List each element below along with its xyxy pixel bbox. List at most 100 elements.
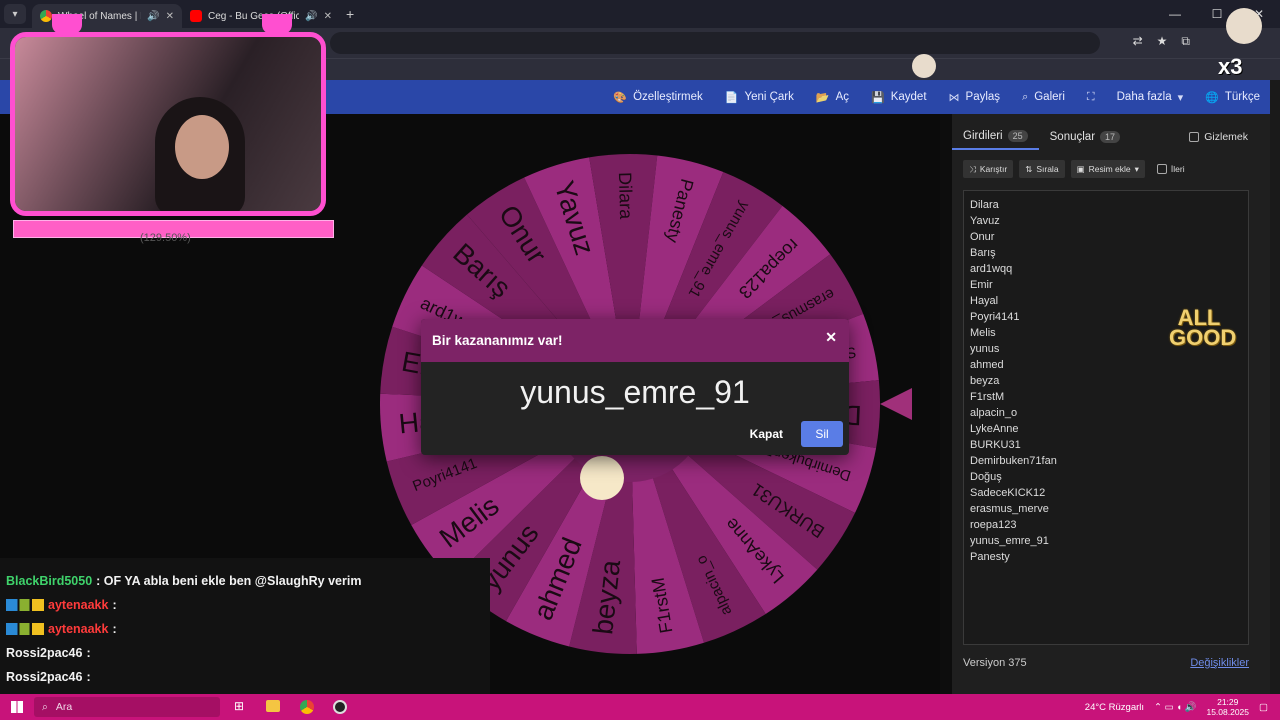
- browser-tab-youtube[interactable]: Ceg - Bu Gece (Official Vide 🔊 ✕: [182, 4, 340, 28]
- chat-username[interactable]: Rossi2pac46: [6, 646, 82, 660]
- system-tray: 24°C Rüzgarlı ⌃ ▭ ◖ 🔊 21:29 15.08.2025 ▢: [1085, 694, 1268, 720]
- remove-button[interactable]: Sil: [801, 421, 843, 447]
- new-tab-icon[interactable]: +: [346, 6, 354, 22]
- webcam-overlay: [10, 32, 326, 216]
- browser-tabstrip: ▾ Wheel of Names | Rastgele 🔊 ✕ Ceg - Bu…: [0, 0, 1280, 28]
- sort-button[interactable]: ⇅ Sırala: [1019, 160, 1065, 178]
- chat-username[interactable]: aytenaakk: [48, 598, 108, 612]
- chat-text: :: [112, 622, 117, 636]
- chat-message: Rossi2pac46:: [6, 646, 91, 660]
- cat-ear-right: [262, 14, 292, 36]
- chat-text: : OF YA abla beni ekle ben @SlaughRy ver…: [96, 574, 362, 588]
- close-icon[interactable]: ✕: [825, 329, 837, 346]
- clock[interactable]: 21:29 15.08.2025: [1206, 697, 1249, 717]
- nav-save[interactable]: 💾 Kaydet: [871, 91, 927, 104]
- nav-language[interactable]: 🌐 Türkçe: [1205, 91, 1260, 104]
- wheel-segment-label: Dilara: [615, 172, 636, 221]
- entries-textarea[interactable]: Dilara Yavuz Onur Barış ard1wqq Emir Hayal Poyr…: [963, 190, 1249, 645]
- bookmark-star-icon[interactable]: ★: [1157, 34, 1168, 49]
- winner-dialog: Bir kazananımız var! ✕ yunus_emre_91 Kap…: [421, 319, 849, 455]
- checkbox-icon: [1189, 132, 1200, 142]
- tray-icons[interactable]: ⌃ ▭ ◖ 🔊: [1154, 702, 1196, 713]
- obs-icon[interactable]: [333, 700, 347, 714]
- image-icon: ▣: [1076, 163, 1085, 174]
- close-tab-icon[interactable]: ✕: [166, 11, 174, 22]
- address-bar[interactable]: [330, 32, 1100, 54]
- add-image-button[interactable]: ▣ Resim ekle ▾: [1070, 160, 1145, 178]
- chrome-icon[interactable]: [300, 700, 314, 714]
- chat-text: :: [86, 646, 91, 660]
- hide-checkbox[interactable]: Gizlemek: [1189, 131, 1248, 143]
- extensions-icon[interactable]: ⧉: [1181, 34, 1190, 49]
- file-explorer-icon[interactable]: [266, 700, 280, 712]
- close-tab-icon[interactable]: ✕: [324, 11, 332, 22]
- screen: { "browser": { "tabs": [ {"title": "Whee…: [0, 0, 1280, 720]
- entry-line: roepa123: [970, 519, 1017, 531]
- entries-count-badge: 25: [1007, 130, 1028, 142]
- minimize-icon[interactable]: —: [1154, 0, 1196, 28]
- nav-share[interactable]: ⋈ Paylaş: [949, 91, 1001, 104]
- translate-icon[interactable]: ⇄: [1133, 34, 1143, 49]
- entry-line: alpacin_o: [970, 407, 1018, 419]
- speaker-icon[interactable]: 🔊: [305, 11, 317, 22]
- entry-line: Demirbuken71fan: [970, 455, 1057, 467]
- notification-icon[interactable]: ▢: [1259, 702, 1268, 713]
- nav-more[interactable]: Daha fazla ▾: [1117, 91, 1184, 104]
- tab-entries[interactable]: Girdileri 25: [952, 124, 1039, 150]
- taskbar-search[interactable]: ⌕ Ara: [34, 697, 220, 717]
- entry-line: ahmed: [970, 359, 1004, 371]
- hub-logo-icon: [580, 456, 624, 500]
- fullscreen-icon: ⛶: [1086, 90, 1095, 103]
- changes-link[interactable]: Değişiklikler: [1190, 657, 1249, 669]
- entry-line: SadeceKICK12: [970, 487, 1046, 499]
- advanced-checkbox[interactable]: İleri: [1156, 164, 1185, 174]
- speaker-icon[interactable]: 🔊: [147, 11, 159, 22]
- entry-line: Barış: [970, 247, 996, 259]
- chat-text: :: [112, 598, 117, 612]
- search-icon: ⌕: [42, 700, 48, 713]
- nav-open[interactable]: 📂 Aç: [816, 91, 849, 104]
- fullscreen-button[interactable]: ⛶: [1087, 91, 1095, 104]
- checkbox-icon: [1156, 164, 1167, 174]
- chat-text: :: [86, 670, 91, 684]
- nav-customize[interactable]: 🎨 Özelleştirmek: [613, 91, 702, 104]
- chat-badge-icon: [6, 599, 44, 611]
- results-count-badge: 17: [1100, 131, 1121, 143]
- palette-icon: 🎨: [613, 91, 628, 104]
- dialog-actions: Kapat Sil: [750, 421, 843, 447]
- nav-new-wheel[interactable]: 📄 Yeni Çark: [725, 91, 794, 104]
- entry-line: ard1wqq: [970, 263, 1013, 275]
- youtube-favicon-icon: [190, 10, 202, 22]
- chat-username[interactable]: BlackBird5050: [6, 574, 92, 588]
- folder-icon: 📂: [815, 91, 830, 104]
- nav-gallery[interactable]: ⌕ Galeri: [1022, 91, 1065, 104]
- cat-ear-left: [52, 14, 82, 36]
- dialog-title: Bir kazananımız var!: [432, 333, 563, 348]
- shuffle-button[interactable]: ⤨ Karıştır: [963, 160, 1014, 178]
- task-view-icon[interactable]: ⊞: [234, 699, 244, 713]
- chat-username[interactable]: Rossi2pac46: [6, 670, 82, 684]
- tab-results[interactable]: Sonuçlar 17: [1039, 124, 1131, 150]
- streamer-face: [175, 115, 229, 179]
- chevron-down-icon: ▾: [1134, 163, 1139, 174]
- share-icon: ⋈: [948, 91, 960, 104]
- file-icon: 📄: [724, 91, 739, 104]
- weather-label[interactable]: 24°C Rüzgarlı: [1085, 702, 1144, 713]
- chat-username[interactable]: aytenaakk: [48, 622, 108, 636]
- tab-list-button[interactable]: ▾: [4, 4, 26, 24]
- entry-line: Emir: [970, 279, 993, 291]
- entry-line: Dilara: [970, 199, 999, 211]
- windows-taskbar: ⌕ Ara ⊞ 24°C Rüzgarlı ⌃ ▭ ◖ 🔊 21:29 15.0…: [0, 694, 1280, 720]
- chat-message: Rossi2pac46:: [6, 670, 91, 684]
- windows-start-icon[interactable]: [11, 701, 23, 713]
- page-scrollbar[interactable]: [1270, 80, 1280, 694]
- sort-icon: ⇅: [1025, 163, 1033, 174]
- avatar-sticker: [912, 54, 936, 78]
- search-icon: ⌕: [1022, 90, 1029, 103]
- close-button[interactable]: Kapat: [750, 427, 783, 441]
- shuffle-icon: ⤨: [969, 163, 976, 174]
- globe-icon: 🌐: [1205, 91, 1219, 104]
- avatar-sticker: [1226, 8, 1262, 44]
- entries-panel: Girdileri 25 Sonuçlar 17 Gizlemek ⤨ Karıştı…: [952, 114, 1270, 694]
- chat-message: BlackBird5050 : OF YA abla beni ekle ben …: [6, 574, 361, 588]
